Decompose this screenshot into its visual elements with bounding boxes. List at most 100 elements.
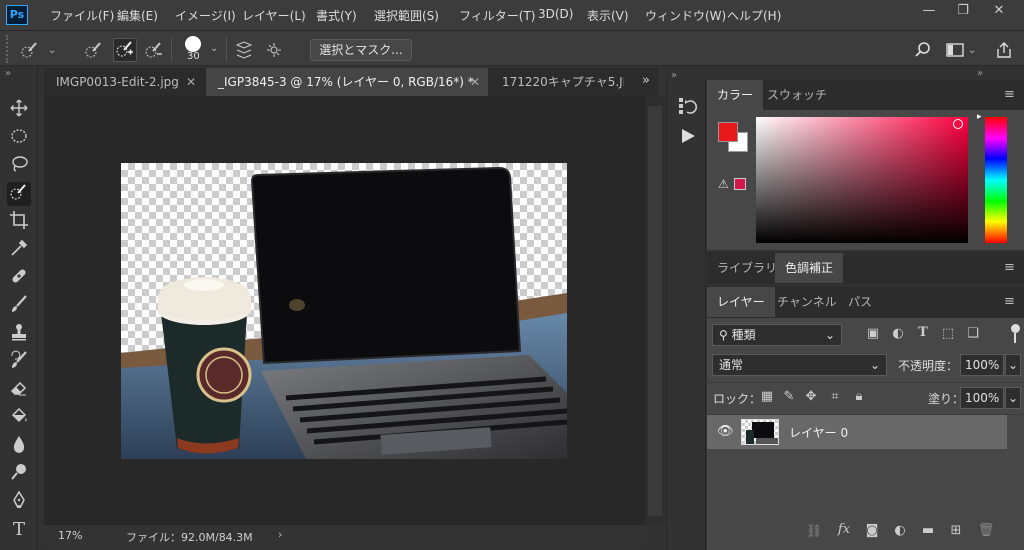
panel-menu-icon[interactable]: ≡ xyxy=(1004,294,1015,309)
panel-menu-icon[interactable]: ≡ xyxy=(1004,87,1015,102)
menu-edit[interactable]: 編集(E) xyxy=(117,7,158,24)
minimize-button[interactable]: — xyxy=(912,0,946,24)
new-selection-brush-icon[interactable] xyxy=(84,40,104,60)
workspace-icon[interactable] xyxy=(945,40,965,60)
hue-slider-handle-icon[interactable]: ▸ xyxy=(977,112,982,122)
blend-mode-select[interactable]: 通常 ⌄ xyxy=(712,354,887,376)
menu-layer[interactable]: レイヤー(L) xyxy=(242,7,306,24)
workspace-chevron-icon[interactable]: ⌄ xyxy=(968,45,976,56)
collapse-toolbar-icon[interactable]: » xyxy=(5,68,11,79)
color-picker-cursor[interactable] xyxy=(953,119,963,129)
lock-artboard-icon[interactable]: ⌗ xyxy=(827,389,843,404)
status-menu-arrow-icon[interactable]: › xyxy=(278,528,282,541)
lock-all-icon[interactable]: 🔒︎ xyxy=(851,389,867,404)
menu-file[interactable]: ファイル(F) xyxy=(50,7,114,24)
layer-filter-select[interactable]: ⚲ 種類 ⌄ xyxy=(712,324,842,346)
adjustment-layer-icon[interactable]: ◐ xyxy=(891,523,909,538)
visibility-eye-icon[interactable]: 👁︎ xyxy=(717,424,734,439)
tab-color[interactable]: カラー xyxy=(707,80,764,110)
fill-chevron-icon[interactable]: ⌄ xyxy=(1005,387,1021,409)
tab-swatches[interactable]: スウォッチ xyxy=(757,80,837,110)
add-mask-icon[interactable]: ◙ xyxy=(863,523,881,538)
menu-view[interactable]: 表示(V) xyxy=(587,7,629,24)
share-icon[interactable] xyxy=(994,40,1014,60)
opacity-chevron-icon[interactable]: ⌄ xyxy=(1005,354,1021,376)
vertical-scrollbar[interactable] xyxy=(645,96,665,524)
foreground-color-swatch[interactable] xyxy=(718,122,738,142)
tab-layers[interactable]: レイヤー xyxy=(707,287,775,317)
tab-channels[interactable]: チャンネル xyxy=(767,287,847,317)
menu-3d[interactable]: 3D(D) xyxy=(538,7,573,21)
select-and-mask-button[interactable]: 選択とマスク... xyxy=(310,39,412,61)
filter-type-layer-icon[interactable]: T xyxy=(915,325,931,340)
filter-pixel-layer-icon[interactable]: ▣ xyxy=(865,326,881,341)
move-tool-icon[interactable] xyxy=(7,98,31,122)
lock-position-icon[interactable]: ✥ xyxy=(803,389,819,404)
filter-shape-layer-icon[interactable]: ⬚ xyxy=(940,326,956,341)
menu-help[interactable]: ヘルプ(H) xyxy=(727,7,781,24)
pen-tool-icon[interactable] xyxy=(7,490,31,514)
clone-stamp-tool-icon[interactable] xyxy=(7,322,31,346)
marquee-tool-icon[interactable] xyxy=(7,126,31,150)
scrollbar-thumb[interactable] xyxy=(648,106,662,516)
brush-size-chevron-icon[interactable]: ⌄ xyxy=(210,43,218,54)
paint-bucket-tool-icon[interactable] xyxy=(7,406,31,430)
new-group-folder-icon[interactable]: ▬ xyxy=(919,523,937,538)
sample-all-layers-icon[interactable] xyxy=(234,40,254,60)
opacity-input[interactable]: 100% xyxy=(960,354,1004,376)
close-tab-icon[interactable]: ✕ xyxy=(470,68,480,96)
tab-igp3845[interactable]: _IGP3845-3 @ 17% (レイヤー 0, RGB/16*) * ✕ xyxy=(206,68,488,96)
close-window-button[interactable]: ✕ xyxy=(982,0,1016,24)
out-of-gamut-warning-icon[interactable]: ⚠ xyxy=(718,177,729,191)
panel-menu-icon[interactable]: ≡ xyxy=(1004,260,1015,275)
new-layer-icon[interactable]: ⊞ xyxy=(947,523,965,538)
eyedropper-tool-icon[interactable] xyxy=(7,238,31,262)
layer-row[interactable]: 👁︎ レイヤー 0 xyxy=(707,415,1007,449)
type-tool-icon[interactable]: T xyxy=(7,518,31,542)
quick-selection-tool-icon[interactable] xyxy=(7,182,31,206)
tab-adjustments[interactable]: 色調補正 xyxy=(775,253,844,283)
layer-style-fx-icon[interactable]: fx xyxy=(835,522,853,537)
brush-tip-icon[interactable] xyxy=(185,36,201,52)
document-image[interactable] xyxy=(121,163,567,459)
link-layers-icon[interactable]: ⛓︎ xyxy=(805,524,823,539)
crop-tool-icon[interactable] xyxy=(7,210,31,234)
lock-transparency-icon[interactable]: ▦ xyxy=(759,389,775,404)
tab-171220[interactable]: 171220キャプチャ5.JPG xyxy=(490,68,624,96)
zoom-level[interactable]: 17% xyxy=(58,529,82,542)
filter-adjustment-layer-icon[interactable]: ◐ xyxy=(890,326,906,341)
collapse-dock-icon[interactable]: » xyxy=(977,68,983,79)
subtract-selection-brush-icon[interactable] xyxy=(144,40,164,60)
history-panel-icon[interactable] xyxy=(676,95,698,117)
lock-image-pixels-icon[interactable]: ✎ xyxy=(781,389,797,404)
blur-tool-icon[interactable] xyxy=(7,434,31,458)
menu-filter[interactable]: フィルター(T) xyxy=(459,7,535,24)
fill-input[interactable]: 100% xyxy=(960,387,1004,409)
tabs-overflow-icon[interactable]: » xyxy=(642,73,650,88)
tab-paths[interactable]: パス xyxy=(838,287,882,317)
brush-tool-icon[interactable] xyxy=(7,294,31,318)
restore-button[interactable]: ❐ xyxy=(946,0,980,24)
chevron-down-icon[interactable]: ⌄ xyxy=(48,45,56,56)
auto-enhance-icon[interactable] xyxy=(264,40,284,60)
play-actions-icon[interactable] xyxy=(678,126,698,146)
hue-slider[interactable] xyxy=(985,117,1007,243)
menu-select[interactable]: 選択範囲(S) xyxy=(374,7,439,24)
close-tab-icon[interactable]: ✕ xyxy=(186,68,196,96)
lasso-tool-icon[interactable] xyxy=(7,154,31,178)
history-brush-tool-icon[interactable] xyxy=(7,350,31,374)
filter-smart-object-icon[interactable]: ❏ xyxy=(965,326,981,341)
menu-type[interactable]: 書式(Y) xyxy=(316,7,357,24)
search-icon[interactable] xyxy=(913,40,933,60)
eraser-tool-icon[interactable] xyxy=(7,378,31,402)
menu-image[interactable]: イメージ(I) xyxy=(175,7,236,24)
delete-layer-trash-icon[interactable]: 🗑︎ xyxy=(977,523,995,538)
filter-toggle[interactable] xyxy=(1010,324,1020,344)
tab-imgp0013[interactable]: IMGP0013-Edit-2.jpg ✕ xyxy=(44,68,204,96)
add-to-selection-brush-icon[interactable] xyxy=(113,38,137,62)
healing-brush-tool-icon[interactable] xyxy=(7,266,31,290)
gamut-swatch[interactable] xyxy=(734,178,746,190)
dodge-tool-icon[interactable] xyxy=(7,462,31,486)
collapse-panels-icon[interactable]: » xyxy=(671,70,677,81)
menu-window[interactable]: ウィンドウ(W) xyxy=(645,7,726,24)
